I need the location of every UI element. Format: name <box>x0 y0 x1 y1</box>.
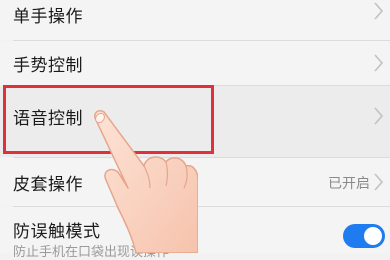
chevron-right-icon <box>373 53 384 73</box>
settings-row-one-handed-mode[interactable]: 单手操作 <box>0 0 390 40</box>
accidental-touch-toggle[interactable] <box>343 224 385 248</box>
settings-row-gesture-control[interactable]: 手势控制 <box>0 41 390 85</box>
chevron-right-icon <box>373 172 384 192</box>
chevron-right-icon <box>373 106 384 126</box>
row-label: 手势控制 <box>13 56 83 76</box>
row-label: 单手操作 <box>13 7 83 27</box>
chevron-right-icon <box>373 1 384 21</box>
pointing-hand-icon <box>88 108 199 254</box>
status-value: 已开启 <box>328 176 370 192</box>
toggle-knob <box>364 227 382 245</box>
row-label: 皮套操作 <box>13 175 83 195</box>
